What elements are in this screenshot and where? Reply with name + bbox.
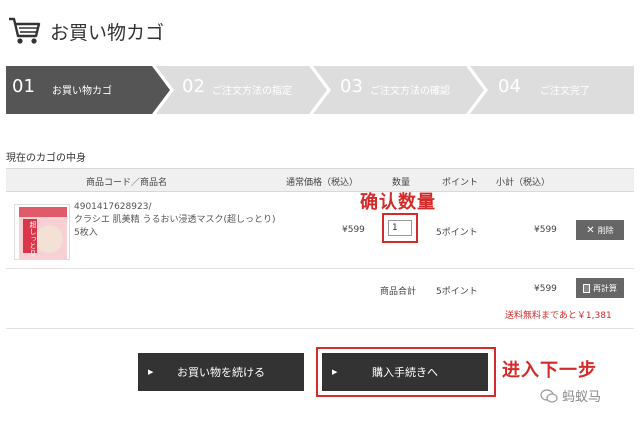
page-header: お買い物カゴ xyxy=(8,14,164,48)
header-product: 商品コード／商品名 xyxy=(86,178,168,188)
product-price: ¥599 xyxy=(342,225,365,235)
step-2-number: 02 xyxy=(182,76,205,97)
step-1-label: お買い物カゴ xyxy=(52,86,112,97)
total-label: 商品合計 xyxy=(380,287,417,297)
continue-shopping-label: お買い物を続ける xyxy=(177,366,265,379)
header-price: 通常価格（税込） xyxy=(286,178,359,188)
product-points: 5ポイント xyxy=(436,228,478,238)
step-3-number: 03 xyxy=(340,76,363,97)
watermark-text: 蚂蚁马 xyxy=(562,390,602,405)
delete-label: 削除 xyxy=(597,225,614,235)
header-points: ポイント xyxy=(442,178,479,188)
step-2-label: ご注文方法の指定 xyxy=(212,86,292,97)
wechat-icon xyxy=(540,388,558,403)
product-image-text: 超しっとり xyxy=(29,221,37,256)
product-name[interactable]: クラシエ 肌美精 うるおい浸透マスク(超しっとり) 5枚入 xyxy=(74,214,279,240)
step-4-number: 04 xyxy=(498,76,521,97)
product-subtotal: ¥599 xyxy=(534,225,557,235)
checkout-button[interactable]: ▶ 購入手続きへ xyxy=(322,353,488,391)
free-shipping-note: 送料無料まであと￥1,381 xyxy=(505,311,612,321)
delete-button[interactable]: ✕ 削除 xyxy=(576,220,624,240)
header-qty: 数量 xyxy=(392,178,411,188)
cart-icon xyxy=(9,17,41,44)
step-3-label: ご注文方法の確認 xyxy=(370,86,450,97)
watermark: 蚂蚁马 xyxy=(540,386,601,405)
total-points: 5ポイント xyxy=(436,287,478,297)
row-divider xyxy=(6,268,634,269)
calculator-icon xyxy=(583,283,590,293)
cart-contents-title: 現在のカゴの中身 xyxy=(6,153,86,164)
page-title: お買い物カゴ xyxy=(50,21,165,44)
annotation-next-step: 进入下一步 xyxy=(502,360,597,381)
product-image[interactable]: 超しっとり xyxy=(14,204,70,260)
quantity-input[interactable] xyxy=(388,220,412,236)
product-code[interactable]: 4901417628923/ xyxy=(74,202,151,212)
quantity-highlight xyxy=(382,213,418,243)
annotation-confirm-quantity: 确认数量 xyxy=(360,192,436,213)
close-icon: ✕ xyxy=(586,224,595,236)
step-1-number: 01 xyxy=(12,76,35,97)
checkout-label: 購入手続きへ xyxy=(372,366,438,379)
total-value: ¥599 xyxy=(534,284,557,294)
recalculate-label: 再計算 xyxy=(593,283,617,293)
checkout-steps: 01 お買い物カゴ 02 ご注文方法の指定 03 ご注文方法の確認 04 ご注文… xyxy=(6,66,634,114)
table-header: 商品コード／商品名 通常価格（税込） 数量 ポイント 小計（税込） xyxy=(6,168,634,192)
row-divider xyxy=(6,328,634,329)
header-subtotal: 小計（税込） xyxy=(496,178,551,188)
recalculate-button[interactable]: 再計算 xyxy=(576,278,624,298)
continue-shopping-button[interactable]: ▶ お買い物を続ける xyxy=(138,353,304,391)
step-4-label: ご注文完了 xyxy=(540,86,590,97)
